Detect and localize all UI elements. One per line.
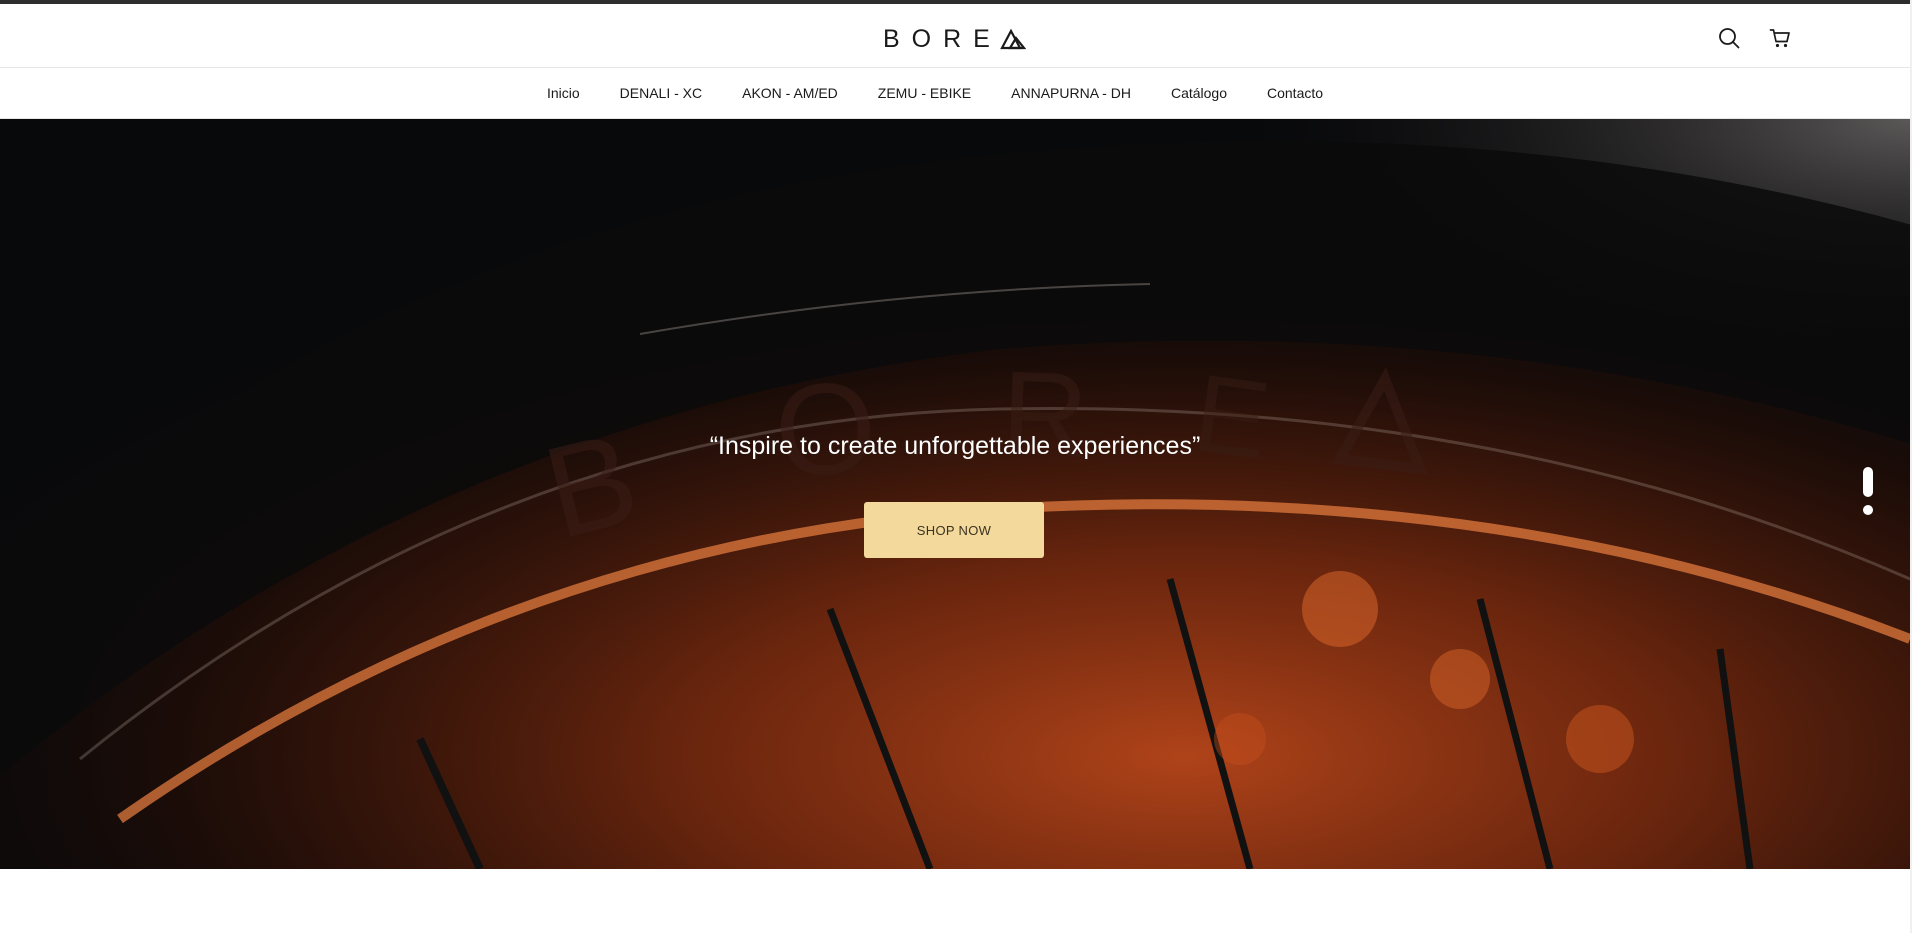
hero-banner: B O R E “Inspire to create unforgettable… bbox=[0, 119, 1910, 869]
nav-item-akon-am-ed[interactable]: AKON - AM/ED bbox=[742, 85, 838, 101]
svg-text:O: O bbox=[768, 351, 884, 507]
logo-mark-icon bbox=[1000, 28, 1026, 50]
site-header: BORE bbox=[0, 4, 1910, 68]
nav-item-denali-xc[interactable]: DENALI - XC bbox=[620, 85, 702, 101]
nav-item-inicio[interactable]: Inicio bbox=[547, 85, 580, 101]
logo-text: BORE bbox=[883, 25, 1002, 53]
page: BORE Inicio DENALI - XC AKON - AM/ED ZEM… bbox=[0, 0, 1912, 933]
slide-dot[interactable] bbox=[1863, 505, 1873, 515]
shop-now-button[interactable]: SHOP NOW bbox=[864, 502, 1044, 558]
nav-item-contacto[interactable]: Contacto bbox=[1267, 85, 1323, 101]
nav-item-zemu-ebike[interactable]: ZEMU - EBIKE bbox=[878, 85, 971, 101]
nav-item-annapurna-dh[interactable]: ANNAPURNA - DH bbox=[1011, 85, 1131, 101]
slide-dot-active[interactable] bbox=[1863, 467, 1873, 497]
slider-pagination bbox=[1862, 467, 1874, 515]
brand-logo[interactable]: BORE bbox=[883, 25, 1026, 53]
header-icons bbox=[1717, 26, 1792, 50]
nav-list: Inicio DENALI - XC AKON - AM/ED ZEMU - E… bbox=[547, 85, 1323, 101]
search-icon[interactable] bbox=[1717, 26, 1741, 50]
svg-text:R: R bbox=[999, 346, 1090, 483]
hero-quote: “Inspire to create unforgettable experie… bbox=[709, 432, 1201, 460]
hero-wheel-image: B O R E bbox=[0, 119, 1910, 869]
cart-icon[interactable] bbox=[1768, 26, 1792, 50]
main-navigation: Inicio DENALI - XC AKON - AM/ED ZEMU - E… bbox=[0, 68, 1910, 119]
nav-item-catalogo[interactable]: Catálogo bbox=[1171, 85, 1227, 101]
